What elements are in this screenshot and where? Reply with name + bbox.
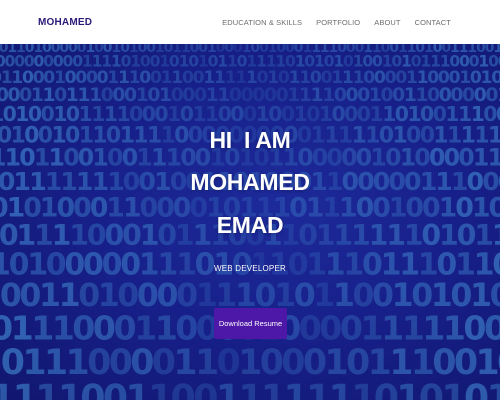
hero-title-line-3: EMAD <box>216 212 284 238</box>
navbar: MOHAMED EDUCATION & SKILLS PORTFOLIO ABO… <box>0 0 500 44</box>
nav-link-about[interactable]: ABOUT <box>374 18 400 27</box>
download-resume-button[interactable]: Download Resume <box>214 308 287 339</box>
brand-logo[interactable]: MOHAMED <box>38 17 92 28</box>
hero-subtitle: WEB DEVELOPER <box>214 264 286 273</box>
nav-link-education-skills[interactable]: EDUCATION & SKILLS <box>222 18 302 27</box>
hero-title-line-1: HI I AM <box>209 127 291 153</box>
nav-link-portfolio[interactable]: PORTFOLIO <box>316 18 360 27</box>
hero-title-line-2: MOHAMED <box>190 169 310 195</box>
nav-links: EDUCATION & SKILLS PORTFOLIO ABOUT CONTA… <box>222 18 451 27</box>
hero-content: HI I AM MOHAMED EMAD WEB DEVELOPER Downl… <box>0 44 500 400</box>
hero-section: 1011010000010010100101100100010010001111… <box>0 44 500 400</box>
nav-link-contact[interactable]: CONTACT <box>415 18 451 27</box>
